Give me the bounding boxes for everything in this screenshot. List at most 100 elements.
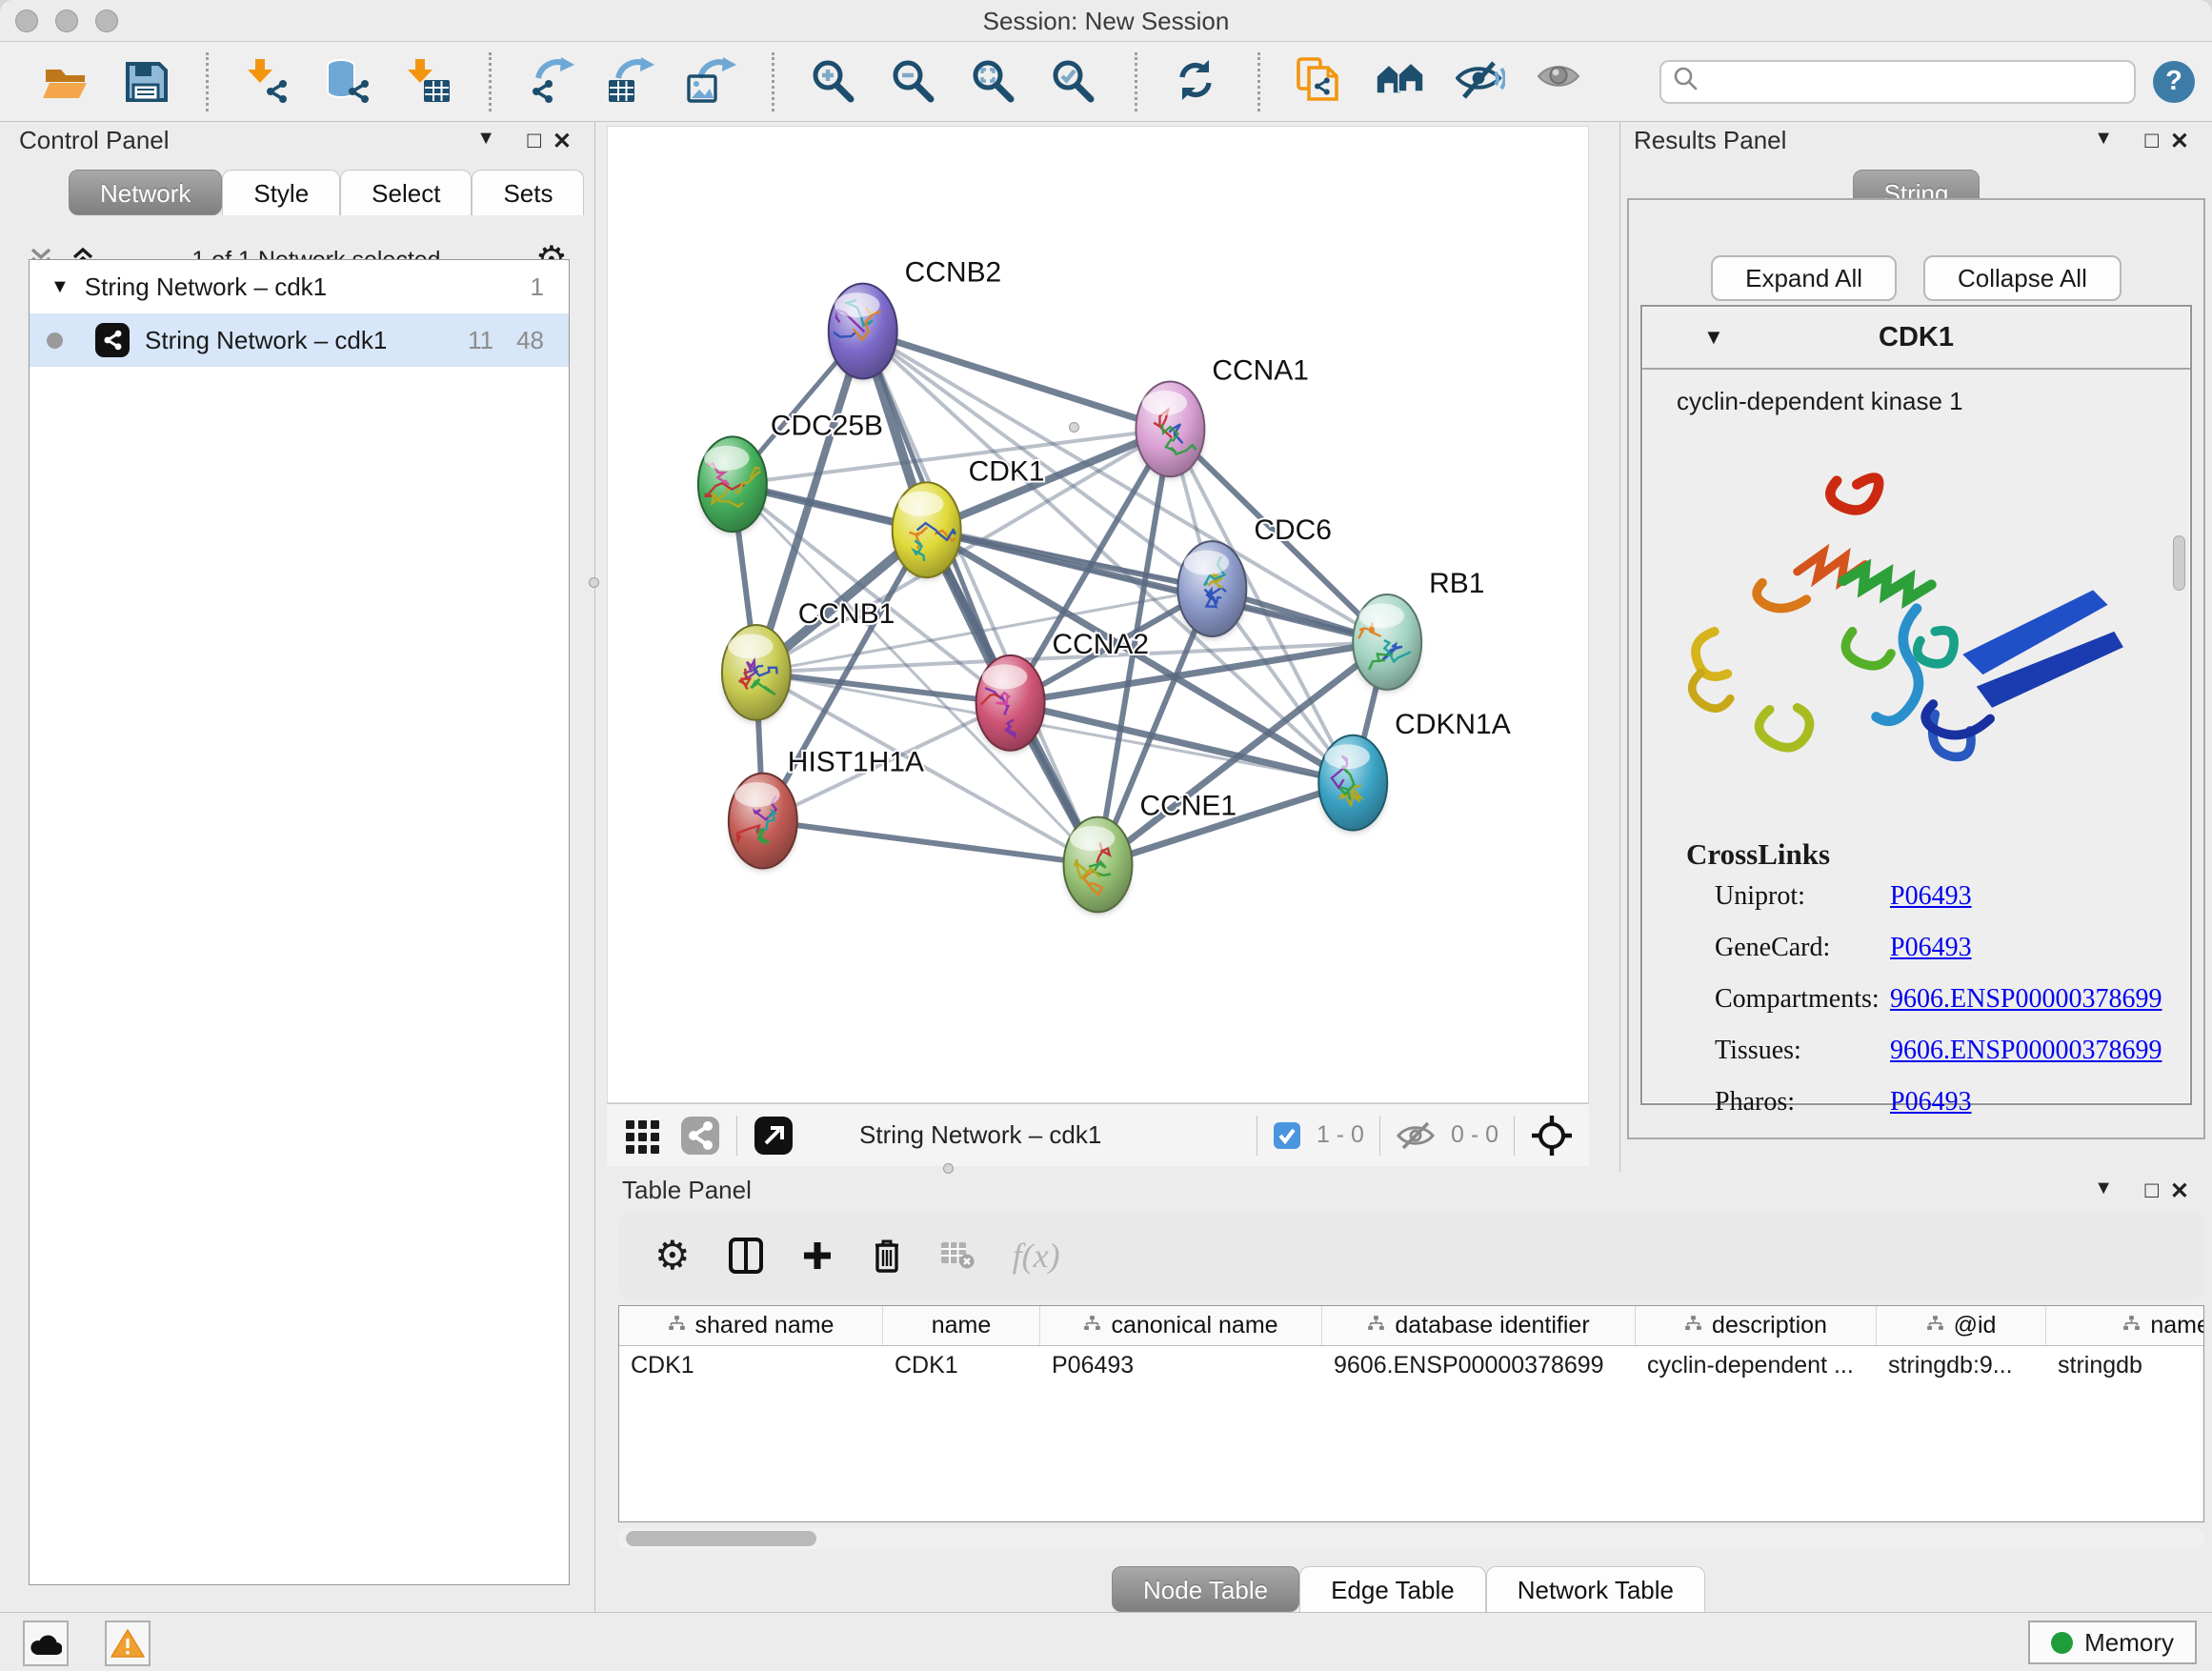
table-row[interactable]: CDK1CDK1P064939606.ENSP00000378699cyclin… xyxy=(619,1346,2203,1384)
node-CDKN1A[interactable]: CDKN1A xyxy=(1318,709,1510,832)
table-hscrollbar-thumb[interactable] xyxy=(626,1531,816,1546)
import-table-from-file-button[interactable] xyxy=(401,54,456,110)
panel-close-icon[interactable]: ✕ xyxy=(2170,128,2189,155)
panel-collapse-icon[interactable]: ▼ xyxy=(2094,1178,2113,1199)
column-header-@id[interactable]: @id xyxy=(1877,1306,2046,1345)
zoom-out-button[interactable] xyxy=(887,54,942,110)
node-RB1[interactable]: RB1 xyxy=(1353,568,1484,691)
import-network-from-database-button[interactable] xyxy=(321,54,376,110)
table-hscrollbar[interactable] xyxy=(618,1528,2204,1549)
export-image-icon xyxy=(687,57,736,107)
splitter-handle[interactable] xyxy=(943,1163,954,1174)
network-row[interactable]: String Network – cdk1 11 48 xyxy=(30,313,569,367)
hide-selected-button[interactable] xyxy=(1453,54,1508,110)
column-header-name[interactable]: name xyxy=(883,1306,1040,1345)
crosslink-link[interactable]: P06493 xyxy=(1890,1087,1972,1117)
column-header-database-identifier[interactable]: database identifier xyxy=(1322,1306,1636,1345)
zoom-selected-button[interactable] xyxy=(1047,54,1102,110)
panel-float-icon[interactable]: □ xyxy=(528,128,542,154)
export-network-button[interactable] xyxy=(524,54,579,110)
splitter-handle[interactable] xyxy=(1069,422,1079,433)
crosslink-link[interactable]: P06493 xyxy=(1890,933,1972,963)
warnings-button[interactable] xyxy=(105,1621,151,1666)
export-table-button[interactable] xyxy=(604,54,659,110)
node-label-CDK1: CDK1 xyxy=(969,455,1045,487)
crosslink-link[interactable]: P06493 xyxy=(1890,881,1972,912)
show-all-button[interactable] xyxy=(1533,54,1588,110)
export-image-button[interactable] xyxy=(684,54,739,110)
collection-expand-icon[interactable]: ▼ xyxy=(50,276,70,298)
column-header-namespace[interactable]: namespace xyxy=(2046,1306,2204,1345)
search-icon xyxy=(1673,66,1699,97)
expand-all-button[interactable]: Expand All xyxy=(1711,255,1897,301)
column-header-shared-name[interactable]: shared name xyxy=(619,1306,883,1345)
column-header-canonical-name[interactable]: canonical name xyxy=(1040,1306,1322,1345)
detach-view-icon[interactable] xyxy=(753,1115,794,1157)
zoom-in-button[interactable] xyxy=(807,54,862,110)
save-icon xyxy=(121,57,171,107)
grid-view-icon[interactable] xyxy=(622,1115,664,1157)
panel-collapse-icon[interactable]: ▼ xyxy=(476,128,495,150)
panel-float-icon[interactable]: □ xyxy=(2145,1178,2160,1204)
zoom-fit-content-button[interactable] xyxy=(967,54,1022,110)
panel-collapse-icon[interactable]: ▼ xyxy=(2094,128,2113,150)
edge-HIST1H1A-CCNE1[interactable] xyxy=(763,821,1098,865)
save-session-button[interactable] xyxy=(118,54,173,110)
show-eye-icon xyxy=(1536,57,1585,107)
tab-select[interactable]: Select xyxy=(340,170,472,215)
tab-edge-table[interactable]: Edge Table xyxy=(1299,1566,1486,1612)
duplicate-network-icon xyxy=(1296,57,1345,107)
apply-preferred-layout-button[interactable] xyxy=(1170,54,1225,110)
help-button[interactable]: ? xyxy=(2153,61,2195,103)
table-mode-button[interactable]: ⚙ xyxy=(654,1238,691,1274)
tab-sets[interactable]: Sets xyxy=(472,170,584,215)
function-builder-button: f(x) xyxy=(1013,1236,1060,1276)
node-table[interactable]: shared namenamecanonical namedatabase id… xyxy=(618,1305,2204,1522)
crosslink-link[interactable]: 9606.ENSP00000378699 xyxy=(1890,984,2162,1015)
panel-close-icon[interactable]: ✕ xyxy=(553,128,572,155)
network-canvas[interactable]: CCNB2CCNA1CDC25BCDK1CDC6RB1CCNB1CCNA2CDK… xyxy=(607,126,1589,1103)
create-column-button[interactable] xyxy=(801,1239,834,1272)
tab-network-table[interactable]: Network Table xyxy=(1486,1566,1705,1612)
tab-node-table[interactable]: Node Table xyxy=(1112,1566,1299,1612)
selected-checkbox-icon[interactable] xyxy=(1273,1121,1301,1150)
new-network-from-selection-button[interactable] xyxy=(1293,54,1348,110)
open-session-button[interactable] xyxy=(38,54,93,110)
import-network-from-file-button[interactable] xyxy=(241,54,296,110)
cloud-button[interactable] xyxy=(23,1621,69,1666)
crosslink-row: Uniprot:P06493 xyxy=(1642,872,2190,923)
panel-float-icon[interactable]: □ xyxy=(2145,128,2160,154)
table-cell: 9606.ENSP00000378699 xyxy=(1322,1346,1636,1384)
hidden-counts: 0 - 0 xyxy=(1451,1121,1498,1149)
node-CCNE1[interactable]: CCNE1 xyxy=(1064,791,1237,914)
birdseye-crosshair-icon[interactable] xyxy=(1530,1114,1574,1158)
crosslink-label: GeneCard: xyxy=(1715,933,1830,963)
tab-style[interactable]: Style xyxy=(222,170,340,215)
memory-button[interactable]: Memory xyxy=(2028,1621,2197,1664)
first-neighbors-button[interactable] xyxy=(1373,54,1428,110)
collapse-all-button[interactable]: Collapse All xyxy=(1923,255,2122,301)
edge-CCNB2-CCNA1[interactable] xyxy=(863,332,1171,430)
protein-expand-icon[interactable]: ▼ xyxy=(1703,325,1724,350)
tab-network[interactable]: Network xyxy=(69,170,222,215)
show-columns-button[interactable] xyxy=(729,1238,763,1274)
edge-CCNB2-CCNE1[interactable] xyxy=(863,332,1098,865)
node-CCNA1[interactable]: CCNA1 xyxy=(1136,354,1308,477)
collection-label: String Network – cdk1 xyxy=(85,272,327,302)
protein-card-header[interactable]: ▼ CDK1 xyxy=(1642,307,2190,370)
column-header-description[interactable]: description xyxy=(1636,1306,1877,1345)
search-input[interactable] xyxy=(1707,68,2134,96)
hidden-eye-icon[interactable] xyxy=(1396,1119,1436,1152)
search-box[interactable] xyxy=(1659,60,2136,104)
splitter-handle[interactable] xyxy=(589,577,599,588)
share-view-icon[interactable] xyxy=(679,1115,721,1157)
panel-close-icon[interactable]: ✕ xyxy=(2170,1178,2189,1205)
crosslink-link[interactable]: 9606.ENSP00000378699 xyxy=(1890,1036,2162,1066)
edge-CCNB1-CCNA2[interactable] xyxy=(756,673,1011,703)
results-scrollbar-thumb[interactable] xyxy=(2173,535,2185,591)
hide-eye-icon xyxy=(1456,57,1505,107)
protein-detail-card: ▼ CDK1 cyclin-dependent kinase 1 xyxy=(1640,305,2192,1105)
delete-columns-button[interactable] xyxy=(872,1238,902,1274)
zoom-out-icon xyxy=(890,57,939,107)
network-collection-row[interactable]: ▼ String Network – cdk1 1 xyxy=(30,260,569,313)
